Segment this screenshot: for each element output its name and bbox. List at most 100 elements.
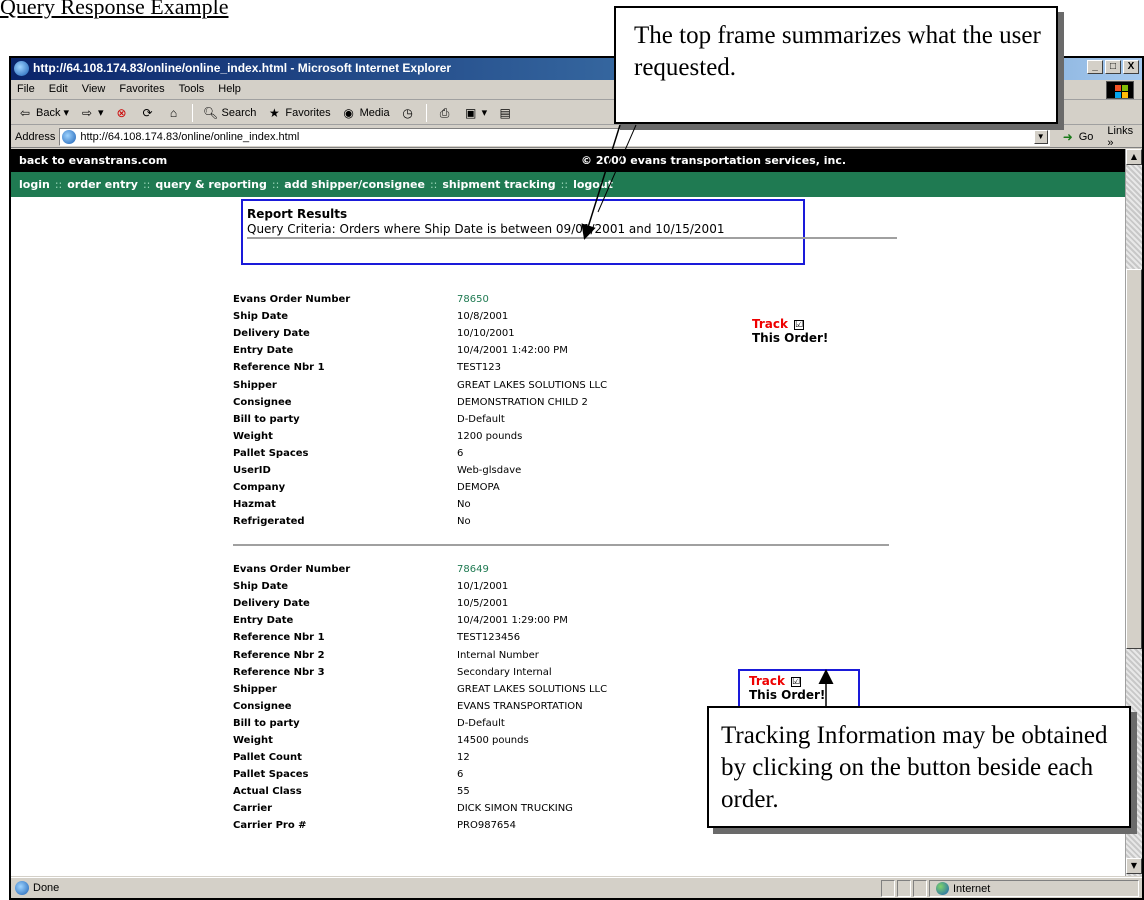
order-row: Consignee DEMONSTRATION CHILD 2 xyxy=(233,394,653,411)
nav-shipment-tracking[interactable]: shipment tracking xyxy=(442,178,555,191)
field-value: GREAT LAKES SOLUTIONS LLC xyxy=(457,379,608,391)
order-row: Reference Nbr 3 Secondary Internal xyxy=(233,664,653,681)
track-checkbox[interactable]: ☑ xyxy=(793,319,804,330)
windows-logo-icon xyxy=(1106,81,1134,99)
field-value: 6 xyxy=(457,769,464,781)
links-button[interactable]: Links » xyxy=(1107,125,1142,149)
field-label: Weight xyxy=(233,430,273,442)
menu-tools[interactable]: Tools xyxy=(179,83,205,99)
field-label: Reference Nbr 2 xyxy=(233,649,325,661)
edit-button[interactable]: ▣ ▾ xyxy=(463,105,487,121)
order-row: Reference Nbr 1 TEST123456 xyxy=(233,629,653,646)
nav-add-shipper-consignee[interactable]: add shipper/consignee xyxy=(284,178,425,191)
scroll-up-button[interactable]: ▲ xyxy=(1126,149,1142,165)
nav-logout[interactable]: logout xyxy=(573,178,613,191)
nav-login[interactable]: login xyxy=(19,178,50,191)
order-number-link[interactable]: 78649 xyxy=(457,564,489,575)
history-button[interactable]: ◷ xyxy=(400,105,416,121)
field-value: EVANS TRANSPORTATION xyxy=(457,700,583,712)
internet-explorer-icon xyxy=(14,61,29,76)
address-input[interactable]: http://64.108.174.83/online/online_index… xyxy=(59,127,1050,146)
order-row: Carrier Pro # PRO987654 xyxy=(233,817,653,834)
menu-help[interactable]: Help xyxy=(218,83,241,99)
order-number-link[interactable]: 78650 xyxy=(457,294,489,305)
field-label: Bill to party xyxy=(233,413,300,425)
order-row: Bill to party D-Default xyxy=(233,715,653,732)
field-value: 10/4/2001 1:29:00 PM xyxy=(457,615,568,627)
field-label: Consignee xyxy=(233,396,292,408)
toolbar-divider xyxy=(425,103,427,122)
field-label: Entry Date xyxy=(233,615,294,627)
order-row: Pallet Spaces 6 xyxy=(233,445,653,462)
nav-query-reporting[interactable]: query & reporting xyxy=(155,178,267,191)
field-value: Secondary Internal xyxy=(457,666,552,678)
home-button[interactable]: ⌂ xyxy=(166,105,182,121)
field-label: Reference Nbr 1 xyxy=(233,362,325,374)
maximize-button[interactable]: □ xyxy=(1105,60,1121,74)
scroll-down-button[interactable]: ▼ xyxy=(1126,858,1142,874)
track-order-button[interactable]: Track ☑ This Order! xyxy=(752,317,828,345)
field-label: Company xyxy=(233,482,286,494)
field-label: Pallet Count xyxy=(233,752,302,764)
field-value: 12 xyxy=(457,752,470,764)
toolbar-divider xyxy=(191,103,193,122)
field-value: Web-glsdave xyxy=(457,464,522,476)
copyright-text: © 2000 evans transportation services, in… xyxy=(581,154,847,167)
go-arrow-icon: ➜ xyxy=(1062,129,1073,144)
field-label: Delivery Date xyxy=(233,598,310,610)
divider xyxy=(247,237,897,239)
stop-icon: ⊗ xyxy=(116,105,127,120)
favorites-icon: ★ xyxy=(269,105,280,120)
nav-order-entry[interactable]: order entry xyxy=(67,178,138,191)
minimize-button[interactable]: _ xyxy=(1087,60,1103,74)
go-button[interactable]: ➜ Go xyxy=(1060,129,1094,145)
discuss-button[interactable]: ▤ xyxy=(497,105,513,121)
field-label: Reference Nbr 3 xyxy=(233,666,325,678)
site-header: back to evanstrans.com © 2000 evans tran… xyxy=(11,149,1125,172)
page-icon xyxy=(15,881,29,895)
favorites-button[interactable]: ★ Favorites xyxy=(266,105,331,121)
field-label: UserID xyxy=(233,464,271,476)
status-panel xyxy=(913,880,927,897)
order-row: Pallet Count 12 xyxy=(233,749,653,766)
field-value: TEST123456 xyxy=(457,632,521,644)
forward-button[interactable]: ⇨ ▾ xyxy=(79,105,104,121)
field-value: DICK SIMON TRUCKING xyxy=(457,803,573,815)
document-title: Query Response Example xyxy=(0,0,229,19)
search-button[interactable]: 🔍︎ Search xyxy=(203,105,256,121)
field-label: Actual Class xyxy=(233,786,302,798)
media-button[interactable]: ◉ Media xyxy=(341,105,389,121)
stop-button[interactable]: ⊗ xyxy=(114,105,130,121)
back-to-site-link[interactable]: back to evanstrans.com xyxy=(19,154,167,167)
field-value: No xyxy=(457,499,471,511)
history-icon: ◷ xyxy=(402,105,413,120)
field-label: Pallet Spaces xyxy=(233,447,309,459)
divider xyxy=(233,544,889,546)
field-value: 14500 pounds xyxy=(457,734,529,746)
order-row: Entry Date 10/4/2001 1:42:00 PM xyxy=(233,342,653,359)
field-label: Ship Date xyxy=(233,581,288,593)
highlight-box xyxy=(241,199,805,265)
home-icon: ⌂ xyxy=(169,105,178,120)
edit-icon: ▣ xyxy=(464,105,477,120)
order-row: Evans Order Number 78649 xyxy=(233,561,653,578)
status-bar: Done Internet xyxy=(11,877,1142,898)
back-button[interactable]: ⇦ Back ▾ xyxy=(17,105,69,121)
address-dropdown-button[interactable]: ▼ xyxy=(1033,129,1048,144)
menu-edit[interactable]: Edit xyxy=(49,83,68,99)
print-button[interactable]: ⎙ xyxy=(437,105,453,121)
print-icon: ⎙ xyxy=(439,105,450,120)
document-icon: ▤ xyxy=(499,105,511,120)
address-url: http://64.108.174.83/online/online_index… xyxy=(80,130,300,143)
order-row: Shipper GREAT LAKES SOLUTIONS LLC xyxy=(233,376,653,393)
scroll-thumb[interactable] xyxy=(1126,269,1142,649)
field-label: Delivery Date xyxy=(233,328,310,340)
refresh-button[interactable]: ⟳ xyxy=(140,105,156,121)
field-value: GREAT LAKES SOLUTIONS LLC xyxy=(457,683,608,695)
field-label: Evans Order Number xyxy=(233,294,351,306)
menu-file[interactable]: File xyxy=(17,83,35,99)
menu-view[interactable]: View xyxy=(82,83,106,99)
close-button[interactable]: X xyxy=(1123,60,1139,74)
field-label: Ship Date xyxy=(233,311,288,323)
menu-favorites[interactable]: Favorites xyxy=(119,83,164,99)
